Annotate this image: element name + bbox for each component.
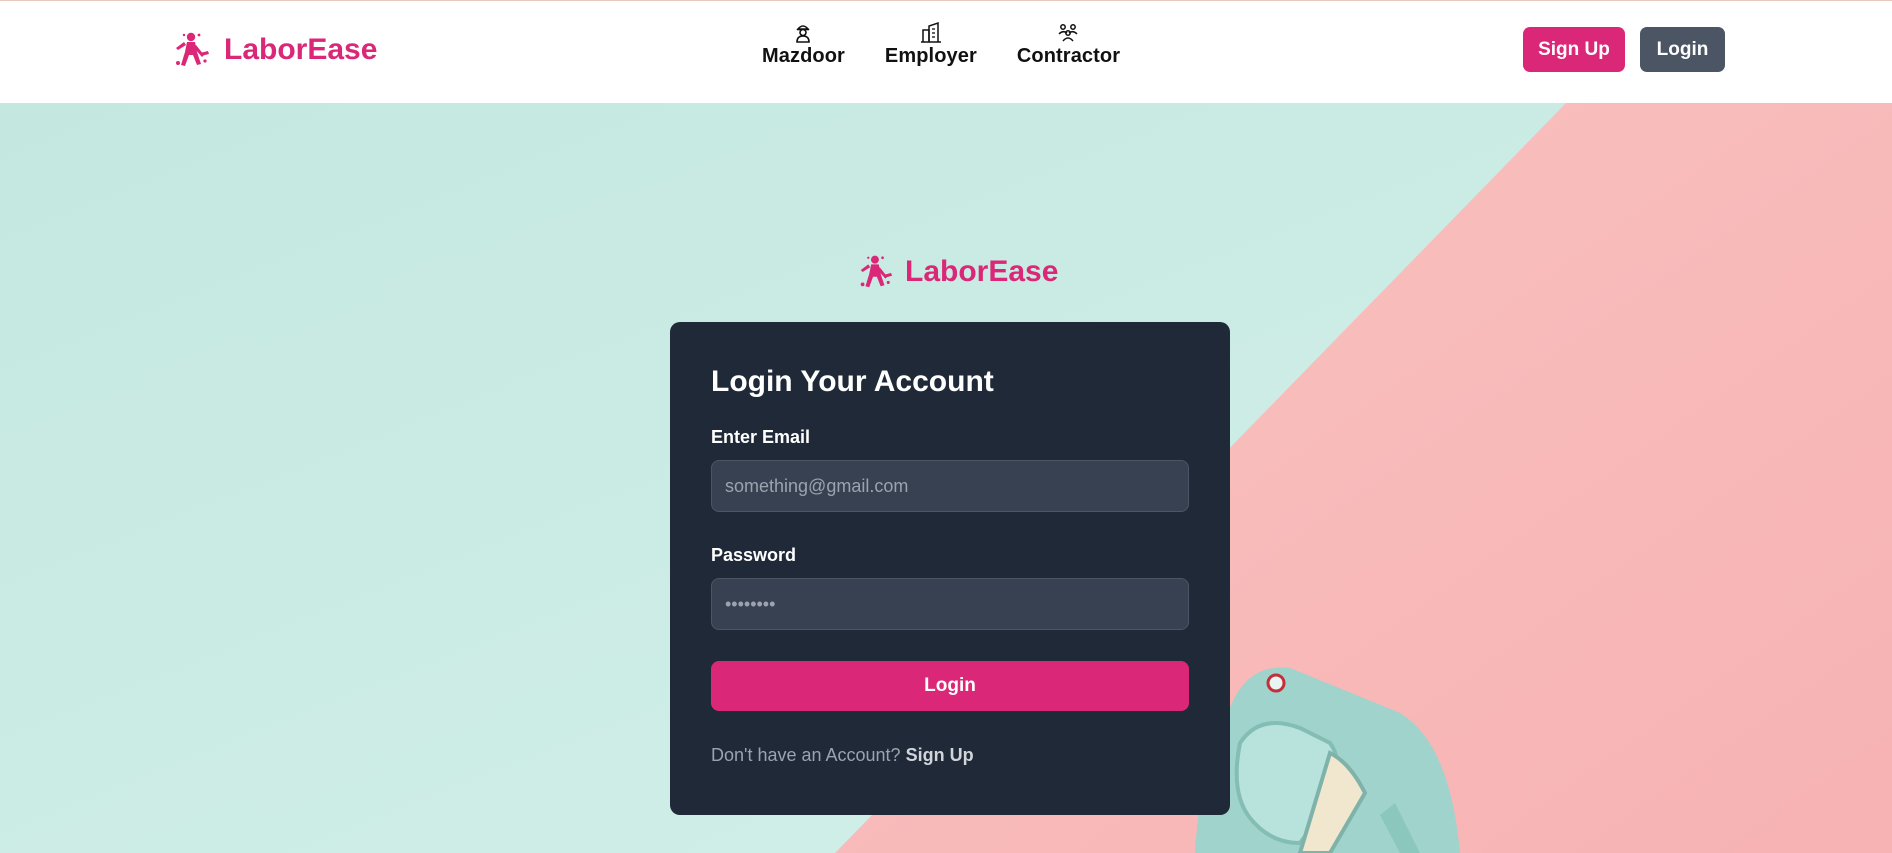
email-field[interactable] bbox=[711, 460, 1189, 512]
login-card: Login Your Account Enter Email Password … bbox=[670, 322, 1230, 815]
password-label: Password bbox=[711, 545, 797, 565]
building-icon bbox=[920, 21, 941, 43]
nav-item-employer[interactable]: Employer bbox=[885, 21, 977, 68]
brand-name: LaborEase bbox=[224, 33, 378, 66]
header-login-button[interactable]: Login bbox=[1640, 27, 1725, 72]
brand-logo-link[interactable]: LaborEase bbox=[170, 29, 377, 71]
signup-prompt-text: Don't have an Account? bbox=[711, 745, 901, 765]
worker-hammer-icon bbox=[860, 255, 893, 288]
worker-icon bbox=[796, 25, 811, 43]
login-title: Login Your Account bbox=[711, 365, 994, 398]
top-navbar: LaborEase Mazdoor Employer Contractor Si… bbox=[0, 0, 1892, 103]
hero-section: LaborEase Login Your Account Enter Email… bbox=[0, 103, 1892, 853]
nav-label-mazdoor: Mazdoor bbox=[762, 45, 845, 67]
nav-item-mazdoor[interactable]: Mazdoor bbox=[762, 21, 845, 68]
nav-item-contractor[interactable]: Contractor bbox=[1017, 21, 1120, 68]
worker-hammer-icon bbox=[176, 32, 209, 66]
login-submit-button[interactable]: Login bbox=[711, 661, 1189, 711]
group-icon bbox=[1058, 24, 1079, 42]
main-nav: Mazdoor Employer Contractor bbox=[762, 21, 1120, 68]
email-label: Enter Email bbox=[711, 427, 811, 447]
nav-label-contractor: Contractor bbox=[1016, 45, 1121, 67]
signup-button[interactable]: Sign Up bbox=[1523, 27, 1625, 72]
password-field[interactable] bbox=[711, 578, 1189, 630]
signup-prompt: Don't have an Account? Sign Up bbox=[711, 745, 1189, 766]
hero-brand: LaborEase bbox=[855, 253, 1058, 291]
hero-brand-name: LaborEase bbox=[905, 255, 1059, 288]
signup-link[interactable]: Sign Up bbox=[906, 745, 974, 765]
nav-label-employer: Employer bbox=[884, 45, 977, 67]
